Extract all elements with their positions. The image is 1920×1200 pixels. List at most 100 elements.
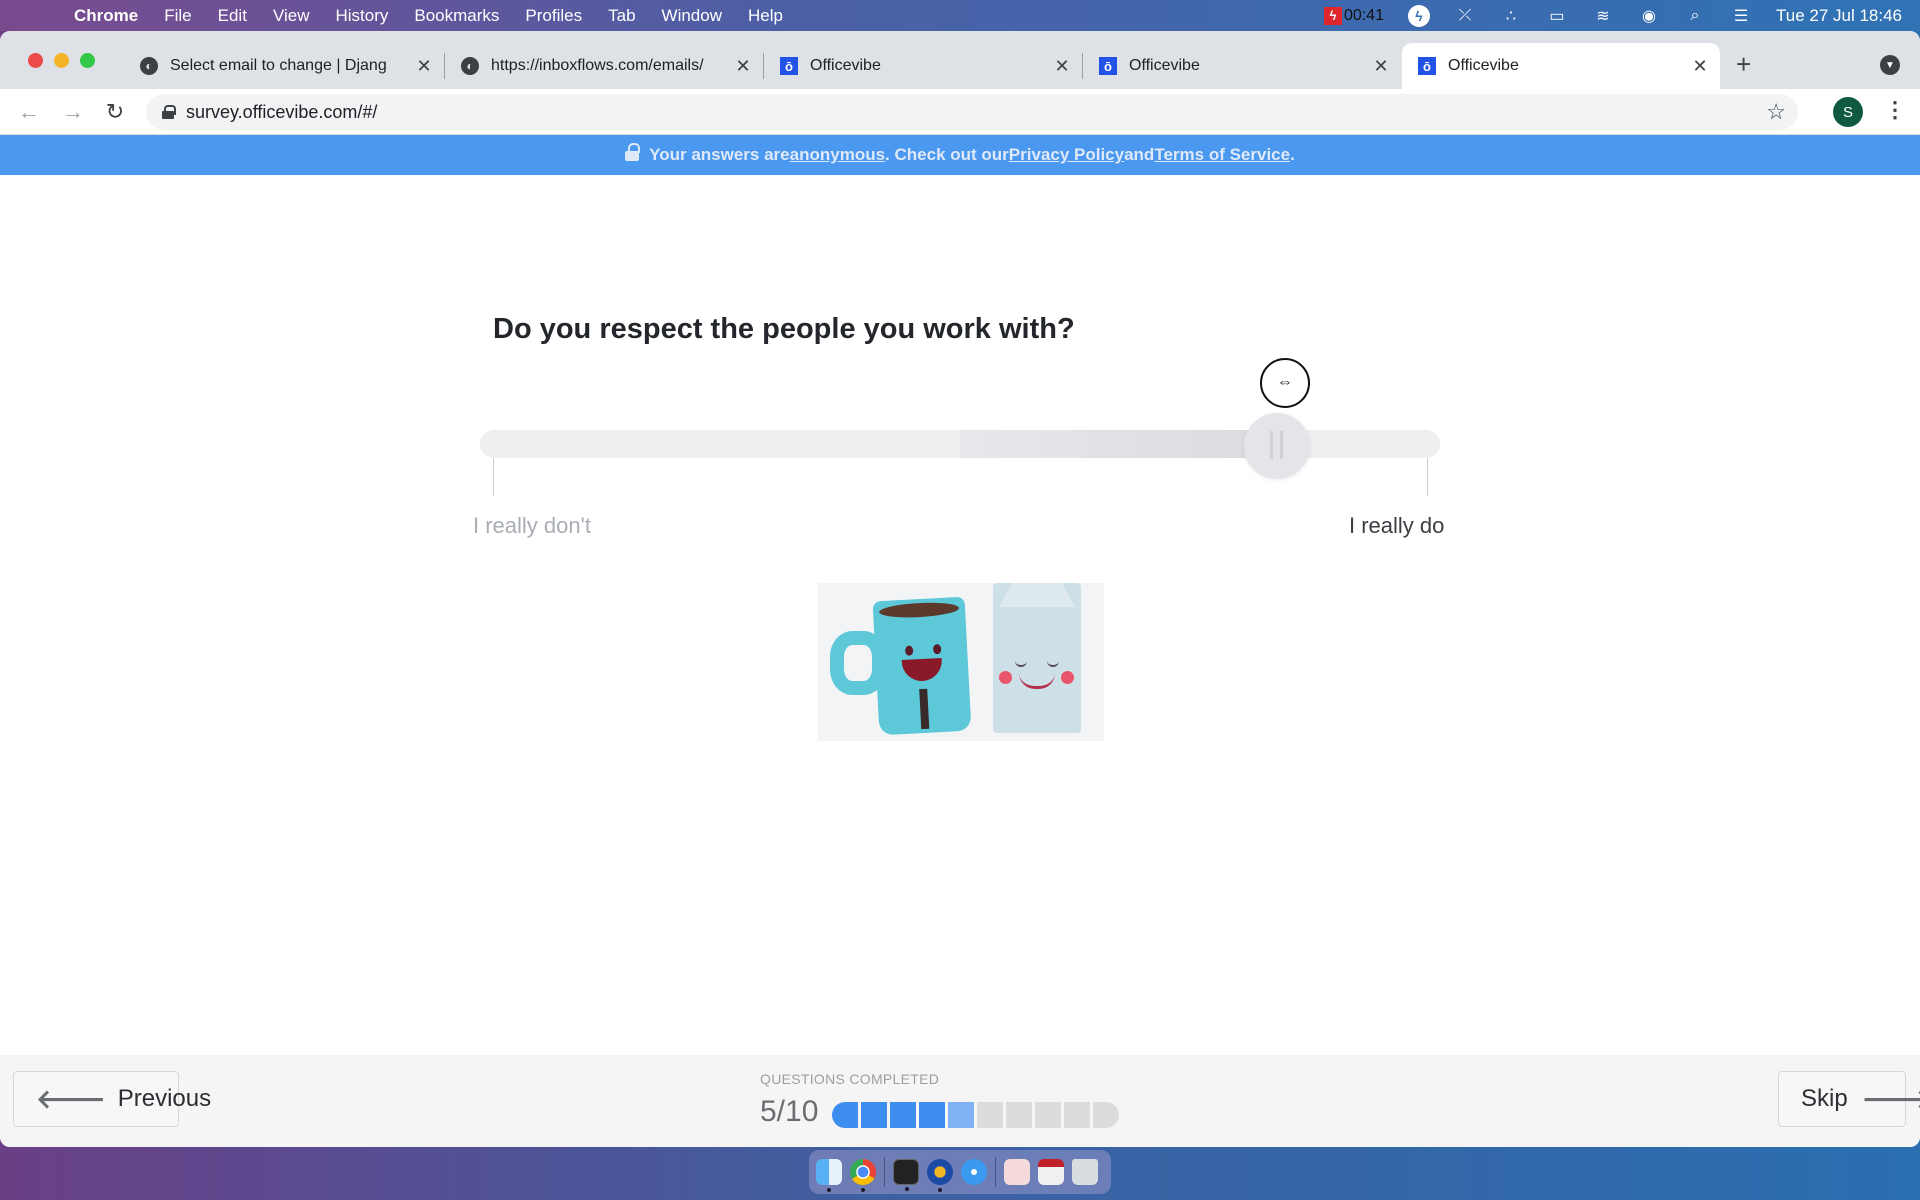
tab-inboxflows[interactable]: ◐ https://inboxflows.com/emails/ ✕ — [445, 43, 763, 89]
dock-screenshot-icon[interactable] — [1038, 1159, 1064, 1185]
padlock-icon — [625, 143, 641, 161]
survey-footer: 🡐 Previous QUESTIONS COMPLETED 5/10 Skip… — [0, 1055, 1920, 1147]
close-window-button[interactable] — [28, 53, 43, 68]
close-tab-icon[interactable]: ✕ — [414, 56, 434, 77]
dock-terminal-icon[interactable] — [893, 1159, 919, 1191]
bolt-icon[interactable]: ϟ — [1407, 4, 1430, 27]
progress-segment — [1064, 1102, 1090, 1128]
tab-title: Select email to change | Djang — [170, 57, 387, 74]
user-icon[interactable]: ◉ — [1638, 5, 1660, 27]
menu-profiles[interactable]: Profiles — [525, 6, 582, 26]
macos-menubar: Chrome File Edit View History Bookmarks … — [0, 0, 1920, 31]
answer-slider-fill — [960, 430, 1277, 458]
officevibe-icon: ō — [780, 57, 798, 75]
close-tab-icon[interactable]: ✕ — [1052, 56, 1072, 77]
profile-avatar[interactable]: S — [1833, 97, 1863, 127]
previous-label: Previous — [117, 1085, 212, 1112]
tab-officevibe-2[interactable]: ō Officevibe ✕ — [1083, 43, 1401, 89]
zoom-window-button[interactable] — [80, 53, 95, 68]
tab-title: Officevibe — [1129, 57, 1200, 74]
recording-time: 00:41 — [1343, 6, 1384, 24]
menu-app-chrome[interactable]: Chrome — [74, 6, 138, 26]
url-text[interactable]: survey.officevibe.com/#/ — [186, 102, 377, 123]
banner-text-suffix: . — [1290, 145, 1295, 164]
tab-django-emails[interactable]: ◐ Select email to change | Djang ✕ — [124, 43, 444, 89]
mug-character — [872, 596, 972, 736]
chrome-menu-icon[interactable]: ⋮ — [1884, 97, 1906, 123]
tab-officevibe-1[interactable]: ō Officevibe ✕ — [764, 43, 1082, 89]
anonymity-banner: Your answers are anonymous . Check out o… — [0, 135, 1920, 175]
progress-label: QUESTIONS COMPLETED — [760, 1071, 940, 1087]
previous-button[interactable]: 🡐 Previous — [13, 1071, 211, 1127]
tab-strip: ◐ Select email to change | Djang ✕ ◐ htt… — [0, 31, 1920, 89]
back-button[interactable]: ← — [16, 99, 42, 125]
menu-window[interactable]: Window — [662, 6, 722, 26]
minimize-window-button[interactable] — [54, 53, 69, 68]
dock-bolt-app-icon[interactable] — [927, 1159, 953, 1192]
scale-max-label: I really do — [1349, 513, 1445, 538]
carton-cheek — [1061, 671, 1074, 684]
running-indicator — [905, 1187, 909, 1191]
grip-line — [1279, 431, 1283, 459]
progress-segment — [977, 1102, 1003, 1128]
tab-officevibe-active[interactable]: ō Officevibe ✕ — [1402, 43, 1720, 89]
dock-chrome-icon[interactable] — [850, 1159, 876, 1192]
address-bar[interactable]: survey.officevibe.com/#/ ☆ — [146, 94, 1798, 130]
close-tab-icon[interactable]: ✕ — [733, 56, 753, 77]
reload-button[interactable]: ↻ — [102, 99, 128, 125]
progress-segment — [1093, 1102, 1119, 1128]
survey-content: Do you respect the people you work with?… — [0, 175, 1920, 1055]
progress-segment — [832, 1102, 858, 1128]
progress-segment — [919, 1102, 945, 1128]
lock-icon[interactable] — [162, 105, 176, 119]
screen-recorder-icon: ϟ — [1323, 6, 1342, 25]
carton-eye — [1047, 661, 1059, 667]
answer-slider-handle[interactable] — [1243, 413, 1310, 479]
new-tab-button[interactable]: + — [1736, 51, 1751, 77]
skip-button[interactable]: Skip 🡒 — [1778, 1071, 1920, 1127]
scale-min-label: I really don't — [473, 513, 591, 538]
mug-and-milk-illustration — [818, 583, 1104, 741]
battery-charging-icon[interactable]: ▭ — [1546, 5, 1568, 27]
tab-search-icon[interactable]: ▼ — [1880, 55, 1900, 75]
tab-title: Officevibe — [810, 57, 881, 74]
privacy-policy-link[interactable]: Privacy Policy — [1009, 145, 1124, 165]
screen-recorder-status[interactable]: ϟ 00:41 — [1323, 6, 1384, 25]
scale-min-tick — [493, 458, 494, 496]
search-icon[interactable]: ⌕ — [1684, 5, 1706, 27]
mute-icon[interactable]: ⤫ — [1454, 5, 1476, 27]
close-tab-icon[interactable]: ✕ — [1371, 56, 1391, 77]
menu-help[interactable]: Help — [748, 6, 783, 26]
menu-edit[interactable]: Edit — [218, 6, 247, 26]
dock-separator — [884, 1157, 885, 1187]
anonymous-link[interactable]: anonymous — [790, 145, 885, 165]
close-tab-icon[interactable]: ✕ — [1690, 56, 1710, 77]
terms-of-service-link[interactable]: Terms of Service — [1154, 145, 1290, 165]
dots-icon[interactable]: ∴ — [1500, 5, 1522, 27]
officevibe-icon: ō — [1418, 57, 1436, 75]
menu-view[interactable]: View — [273, 6, 310, 26]
browser-window: ◐ Select email to change | Djang ✕ ◐ htt… — [0, 31, 1920, 1147]
dock-trash-icon[interactable] — [1072, 1159, 1098, 1185]
globe-icon: ◐ — [461, 57, 479, 75]
forward-button[interactable]: → — [60, 99, 86, 125]
running-indicator — [861, 1188, 865, 1192]
control-center-icon[interactable]: ☰ — [1730, 5, 1752, 27]
carton-top — [999, 583, 1075, 607]
arrow-right-icon: 🡒 — [1861, 1083, 1920, 1114]
menubar-clock[interactable]: Tue 27 Jul 18:46 — [1776, 6, 1902, 26]
dock-document-icon[interactable] — [1004, 1159, 1030, 1185]
dock-finder-icon[interactable] — [816, 1159, 842, 1192]
skip-label: Skip — [1801, 1085, 1848, 1112]
menu-tab[interactable]: Tab — [608, 6, 635, 26]
bookmark-star-icon[interactable]: ☆ — [1766, 99, 1786, 125]
dock-safari-icon[interactable] — [961, 1159, 987, 1185]
menu-history[interactable]: History — [335, 6, 388, 26]
scale-max-tick — [1427, 458, 1428, 496]
menu-file[interactable]: File — [164, 6, 191, 26]
globe-icon: ◐ — [140, 57, 158, 75]
menu-bookmarks[interactable]: Bookmarks — [414, 6, 499, 26]
progress-count: 5/10 — [760, 1095, 819, 1128]
banner-text-and: and — [1124, 145, 1155, 164]
wifi-icon[interactable]: ≋ — [1592, 5, 1614, 27]
